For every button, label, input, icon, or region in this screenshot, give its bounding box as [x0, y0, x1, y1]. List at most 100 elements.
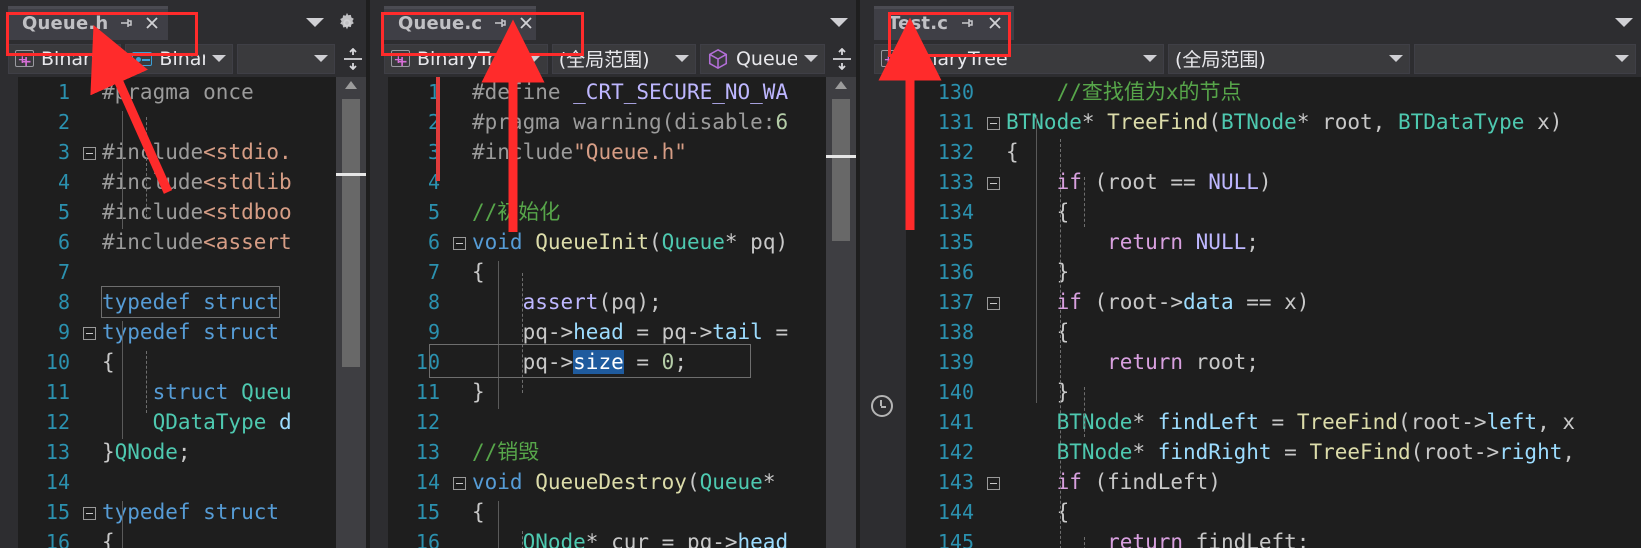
code-text[interactable]: } [1006, 257, 1641, 287]
split-window-icon[interactable] [829, 44, 856, 74]
type-combo-left[interactable]: Binary [125, 43, 234, 74]
code-line[interactable]: 133 if (root == NULL) [906, 167, 1641, 197]
member-combo-right[interactable] [1414, 43, 1636, 74]
collapse-icon[interactable] [453, 477, 466, 490]
code-line[interactable]: 12 [388, 407, 826, 437]
code-line[interactable]: 4 #include<stdlib [18, 167, 336, 197]
code-text[interactable]: #pragma warning(disable:6 [472, 107, 826, 137]
vertical-scrollbar-middle[interactable] [826, 77, 856, 548]
code-text[interactable]: }QNode; [102, 437, 336, 467]
scroll-up-icon[interactable] [345, 81, 357, 89]
code-text[interactable] [102, 467, 336, 497]
fold-toggle[interactable] [984, 107, 1006, 137]
code-text[interactable]: { [102, 347, 336, 377]
code-line[interactable]: 138 { [906, 317, 1641, 347]
scrollbar-thumb[interactable] [832, 99, 850, 241]
code-text[interactable]: BTNode* findLeft = TreeFind(root->left, … [1006, 407, 1641, 437]
code-line[interactable]: 2 #pragma warning(disable:6 [388, 107, 826, 137]
collapse-icon[interactable] [987, 297, 1000, 310]
tab-overflow-caret-middle[interactable] [830, 18, 848, 27]
code-text[interactable]: { [472, 257, 826, 287]
code-text[interactable]: #define _CRT_SECURE_NO_WA [472, 77, 826, 107]
code-line[interactable]: 2 [18, 107, 336, 137]
code-text[interactable] [472, 167, 826, 197]
code-text[interactable]: #include<stdboo [102, 197, 336, 227]
pin-icon[interactable] [492, 13, 508, 33]
collapse-icon[interactable] [987, 477, 1000, 490]
code-text[interactable]: BTNode* findRight = TreeFind(root->right… [1006, 437, 1641, 467]
code-text[interactable]: typedef struct [102, 497, 336, 527]
clock-icon[interactable] [871, 395, 893, 417]
code-text[interactable]: if (root == NULL) [1006, 167, 1641, 197]
code-line[interactable]: 134 { [906, 197, 1641, 227]
close-icon[interactable] [518, 13, 534, 33]
type-combo-right[interactable]: (全局范围) [1168, 43, 1410, 74]
tab-overflow-caret-right[interactable] [1615, 18, 1633, 27]
member-combo-left[interactable] [237, 43, 336, 74]
fold-toggle[interactable] [80, 317, 102, 347]
code-line[interactable]: 144 { [906, 497, 1641, 527]
gear-icon[interactable] [336, 12, 358, 38]
code-text[interactable]: #include<stdio. [102, 137, 336, 167]
code-line[interactable]: 8 typedef struct [18, 286, 336, 318]
code-line[interactable]: 141 BTNode* findLeft = TreeFind(root->le… [906, 407, 1641, 437]
code-text[interactable]: { [472, 497, 826, 527]
code-text[interactable]: #include<stdlib [102, 167, 336, 197]
code-lines-left[interactable]: 1 #pragma once 2 3 #include<stdio. 4 #include<… [18, 77, 336, 548]
collapse-icon[interactable] [83, 147, 96, 160]
project-combo-right[interactable]: BinaryTree [874, 43, 1164, 74]
collapse-icon[interactable] [83, 327, 96, 340]
collapse-icon[interactable] [987, 177, 1000, 190]
member-combo-middle[interactable]: QueueInit(C [699, 43, 825, 74]
code-line[interactable]: 132 { [906, 137, 1641, 167]
code-line[interactable]: 15 { [388, 497, 826, 527]
project-combo-middle[interactable]: BinaryTree [384, 43, 548, 74]
code-line[interactable]: 11 struct Queu [18, 377, 336, 407]
code-text[interactable]: { [1006, 197, 1641, 227]
close-icon[interactable] [986, 13, 1004, 33]
code-line[interactable]: 15 typedef struct [18, 497, 336, 527]
code-editor-right[interactable]: 130 //查找值为x的节点 131 BTNode* TreeFind(BTNode… [860, 77, 1641, 548]
code-line[interactable]: 13 //销毁 [388, 437, 826, 467]
tab-queue-h[interactable]: Queue.h [8, 6, 168, 40]
code-line[interactable]: 1 #pragma once [18, 77, 336, 107]
code-line[interactable]: 16 { [18, 527, 336, 548]
code-text[interactable]: return root; [1006, 347, 1641, 377]
code-text[interactable]: if (root->data == x) [1006, 287, 1641, 317]
code-line[interactable]: 8 assert(pq); [388, 287, 826, 317]
code-text[interactable]: typedef struct [100, 286, 336, 318]
code-text[interactable]: BTNode* TreeFind(BTNode* root, BTDataTyp… [1006, 107, 1641, 137]
split-window-icon[interactable] [339, 44, 366, 74]
scrollbar-thumb[interactable] [342, 99, 360, 367]
code-line[interactable]: 6 #include<assert [18, 227, 336, 257]
fold-toggle[interactable] [984, 167, 1006, 197]
code-text[interactable]: QDataType d [102, 407, 336, 437]
code-line[interactable]: 6 void QueueInit(Queue* pq) [388, 227, 826, 257]
fold-toggle[interactable] [80, 137, 102, 167]
tab-queue-c[interactable]: Queue.c [384, 6, 536, 40]
code-text[interactable]: #include"Queue.h" [472, 137, 826, 167]
code-line[interactable]: 135 return NULL; [906, 227, 1641, 257]
code-text[interactable]: } [472, 377, 826, 407]
code-line[interactable]: 9 pq->head = pq->tail = [388, 317, 826, 347]
fold-toggle[interactable] [450, 467, 472, 497]
code-text[interactable]: { [1006, 137, 1641, 167]
code-text[interactable]: { [1006, 497, 1641, 527]
collapse-icon[interactable] [83, 507, 96, 520]
vertical-scrollbar-left[interactable] [336, 77, 366, 548]
code-text[interactable]: QNode* cur = pq->head [472, 527, 826, 548]
fold-toggle[interactable] [450, 227, 472, 257]
code-line[interactable]: 3 #include"Queue.h" [388, 137, 826, 167]
code-line[interactable]: 145 return findLeft; [906, 527, 1641, 548]
type-combo-middle[interactable]: (全局范围) [551, 43, 696, 74]
code-line[interactable]: 142 BTNode* findRight = TreeFind(root->r… [906, 437, 1641, 467]
code-text[interactable]: if (findLeft) [1006, 467, 1641, 497]
code-line[interactable]: 143 if (findLeft) [906, 467, 1641, 497]
code-line[interactable]: 136 } [906, 257, 1641, 287]
fold-toggle[interactable] [984, 287, 1006, 317]
code-text[interactable]: return NULL; [1006, 227, 1641, 257]
fold-toggle[interactable] [80, 497, 102, 527]
code-line[interactable]: 14 [18, 467, 336, 497]
tab-test-c[interactable]: Test.c [874, 6, 1014, 40]
fold-toggle[interactable] [984, 467, 1006, 497]
